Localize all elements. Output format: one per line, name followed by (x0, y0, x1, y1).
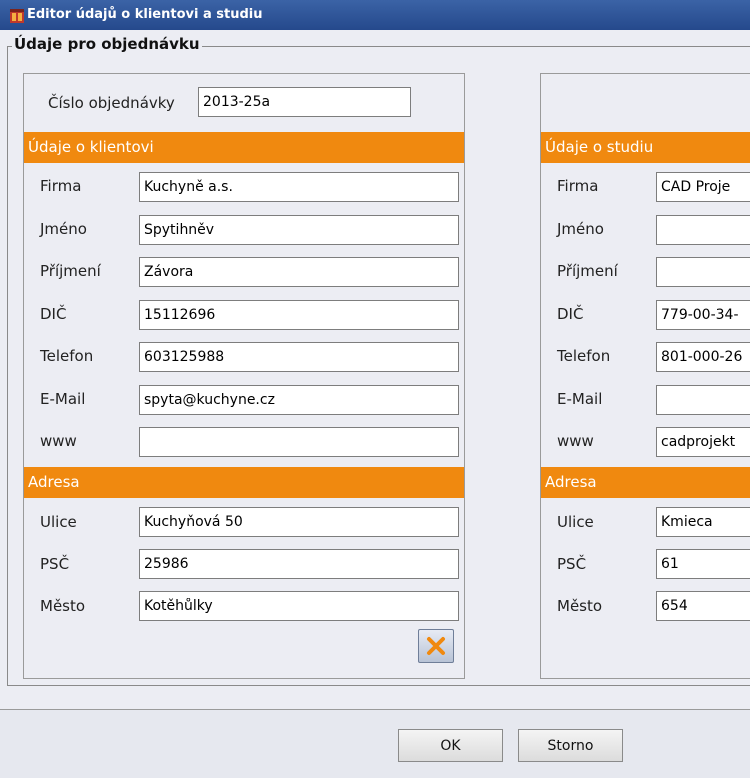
studio-mesto-input[interactable] (656, 591, 750, 621)
studio-jmeno-input[interactable] (656, 215, 750, 245)
studio-dic-input[interactable] (656, 300, 750, 330)
client-section-header: Údaje o klientovi (24, 132, 464, 163)
studio-ulice-label: Ulice (557, 513, 594, 531)
studio-firma-input[interactable] (656, 172, 750, 202)
studio-prijmeni-label: Příjmení (557, 262, 618, 280)
clear-button[interactable] (418, 629, 454, 663)
ok-button[interactable]: OK (398, 729, 503, 762)
clear-x-icon (427, 637, 445, 655)
client-www-label: www (40, 432, 77, 450)
client-dic-label: DIČ (40, 305, 67, 323)
studio-mesto-label: Město (557, 597, 603, 615)
client-prijmeni-label: Příjmení (40, 262, 101, 280)
studio-telefon-label: Telefon (557, 347, 611, 365)
order-number-label: Číslo objednávky (48, 94, 175, 112)
studio-psc-input[interactable] (656, 549, 750, 579)
studio-jmeno-label: Jméno (557, 220, 604, 238)
client-mesto-label: Město (40, 597, 86, 615)
client-telefon-input[interactable] (139, 342, 459, 372)
client-telefon-label: Telefon (40, 347, 94, 365)
client-address-header: Adresa (24, 467, 464, 498)
button-bar (0, 710, 750, 778)
client-www-input[interactable] (139, 427, 459, 457)
studio-www-label: www (557, 432, 594, 450)
order-number-input[interactable] (198, 87, 411, 117)
window-title: Editor údajů o klientovi a studiu (27, 7, 263, 22)
studio-www-input[interactable] (656, 427, 750, 457)
client-mesto-input[interactable] (139, 591, 459, 621)
group-title: Údaje pro objednávku (12, 34, 202, 54)
title-bar[interactable]: Editor údajů o klientovi a studiu (0, 0, 750, 30)
app-icon (10, 9, 24, 23)
studio-firma-label: Firma (557, 177, 599, 195)
studio-dic-label: DIČ (557, 305, 584, 323)
client-jmeno-label: Jméno (40, 220, 87, 238)
studio-panel: Údaje o studiu Firma Jméno Příjmení DIČ … (540, 73, 750, 679)
client-psc-label: PSČ (40, 555, 70, 573)
studio-telefon-input[interactable] (656, 342, 750, 372)
studio-psc-label: PSČ (557, 555, 587, 573)
client-psc-input[interactable] (139, 549, 459, 579)
client-ulice-input[interactable] (139, 507, 459, 537)
studio-prijmeni-input[interactable] (656, 257, 750, 287)
client-dic-input[interactable] (139, 300, 459, 330)
client-email-label: E-Mail (40, 390, 86, 408)
client-email-input[interactable] (139, 385, 459, 415)
client-jmeno-input[interactable] (139, 215, 459, 245)
client-prijmeni-input[interactable] (139, 257, 459, 287)
cancel-button[interactable]: Storno (518, 729, 623, 762)
studio-ulice-input[interactable] (656, 507, 750, 537)
studio-email-input[interactable] (656, 385, 750, 415)
client-ulice-label: Ulice (40, 513, 77, 531)
studio-address-header: Adresa (541, 467, 750, 498)
studio-section-header: Údaje o studiu (541, 132, 750, 163)
client-panel: Číslo objednávky Údaje o klientovi Firma… (23, 73, 465, 679)
client-firma-label: Firma (40, 177, 82, 195)
studio-email-label: E-Mail (557, 390, 603, 408)
client-firma-input[interactable] (139, 172, 459, 202)
